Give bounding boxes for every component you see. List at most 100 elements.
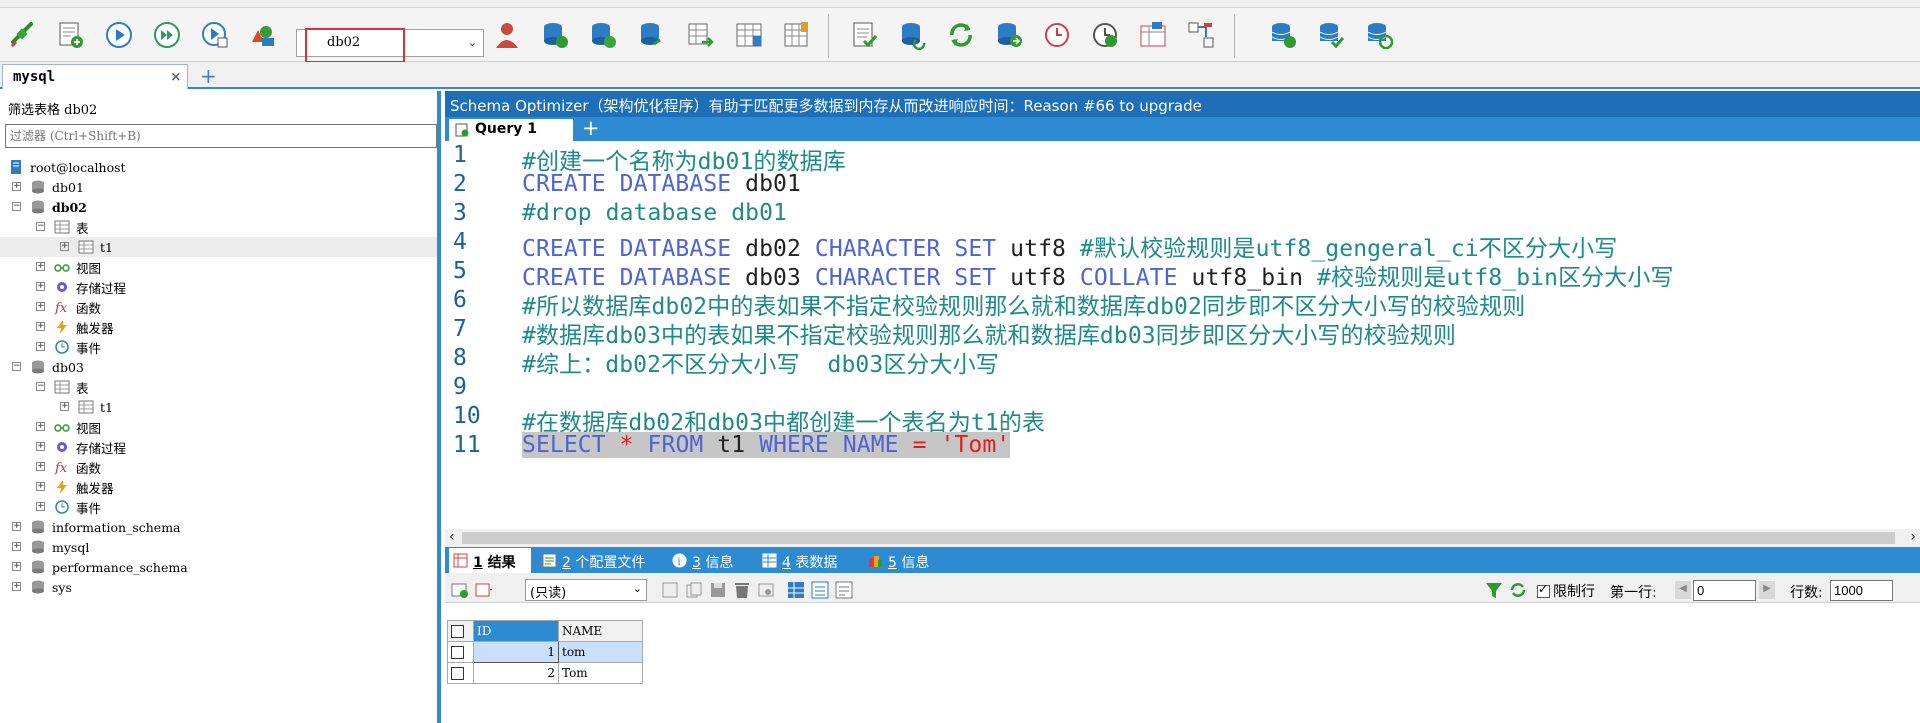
user-manager-icon[interactable] [490,18,524,52]
add-row-icon[interactable] [451,581,469,599]
scroll-thumb[interactable] [462,532,1895,544]
column-header[interactable]: NAME [558,620,643,642]
tree-item[interactable]: − 表 [0,377,437,397]
schema-designer-icon[interactable] [732,18,766,52]
grid-cell[interactable]: 1 [473,641,559,663]
tree-item[interactable]: + t1 [0,397,437,417]
tree-item[interactable]: + 触发器 [0,317,437,337]
expand-icon[interactable]: + [60,402,69,411]
create-table-icon[interactable] [538,18,572,52]
add-query-tab-button[interactable]: + [582,116,600,140]
filter-input[interactable] [5,124,437,148]
select-all-checkbox[interactable] [451,625,464,638]
delete-icon[interactable] [733,581,751,599]
code-line[interactable]: CREATE DATABASE db01 [522,171,801,197]
chevron-down-icon[interactable]: ⌄ [468,36,477,49]
tab-mysql[interactable]: mysql × [2,64,188,89]
first-row-input[interactable] [1693,580,1756,601]
grid-options-icon[interactable] [757,581,775,599]
form-view-icon[interactable] [811,581,829,599]
filter-icon[interactable] [1485,581,1503,599]
limit-rows-checkbox[interactable]: 限制行 [1537,581,1595,601]
expand-icon[interactable]: + [36,342,45,351]
tree-item[interactable]: root@localhost [0,157,437,177]
alter-table-icon[interactable] [586,18,620,52]
table-diagnostics-icon[interactable] [780,18,814,52]
tree-item[interactable]: + db01 [0,177,437,197]
scroll-left-icon[interactable]: ‹ [449,529,455,545]
schedule-icon[interactable] [1040,18,1074,52]
chevron-down-icon[interactable]: ⌄ [633,582,642,595]
upgrade-banner[interactable]: Schema Optimizer（架构优化程序）有助于匹配更多数据到内存从而改进… [445,91,1920,117]
expand-icon[interactable]: + [36,422,45,431]
row-menu-icon[interactable] [475,581,493,599]
tree-item[interactable]: + 事件 [0,337,437,357]
checkbox[interactable] [1537,582,1550,598]
result-tab-5[interactable]: 5 信息 [864,548,948,573]
expand-icon[interactable]: + [12,522,21,531]
horizontal-scrollbar[interactable]: ‹ › [445,529,1920,547]
tree-item[interactable]: + sys [0,577,437,597]
data-sync-icon[interactable] [1184,18,1218,52]
tree-item[interactable]: + performance_schema [0,557,437,577]
tree-item[interactable]: + fx 函数 [0,457,437,477]
tree-item[interactable]: − db03 [0,357,437,377]
code-line[interactable]: #综上：db02不区分大小写 db03区分大小写 [522,345,999,379]
copy-icon[interactable] [685,581,703,599]
row-checkbox[interactable] [451,667,464,680]
tree-item[interactable]: + 存储过程 [0,277,437,297]
code-line[interactable]: #drop database db01 [522,200,787,226]
sql-editor[interactable]: 1 #创建一个名称为db01的数据库 2 CREATE DATABASE db01 3 #… [445,141,1920,522]
expand-icon[interactable]: + [36,482,45,491]
grid-view-icon[interactable] [787,581,805,599]
new-database-icon[interactable] [246,18,280,52]
stack-add-icon[interactable] [1266,18,1300,52]
execute-icon[interactable] [102,18,136,52]
save-icon[interactable] [709,581,727,599]
text-view-icon[interactable] [835,581,853,599]
result-tab-3[interactable]: i3 信息 [668,548,752,573]
tree-item[interactable]: + 存储过程 [0,437,437,457]
tree-item[interactable]: + 事件 [0,497,437,517]
row-checkbox[interactable] [451,646,464,659]
tree-item[interactable]: + mysql [0,537,437,557]
expand-icon[interactable]: + [36,282,45,291]
job-icon[interactable] [1088,18,1122,52]
close-icon[interactable]: × [171,67,181,87]
column-header[interactable]: ID [473,620,559,642]
result-mode-select[interactable]: (只读) ⌄ [525,579,647,601]
tab-query-1[interactable]: Query 1 [449,119,573,141]
import-icon[interactable] [684,18,718,52]
schema-sync-icon[interactable] [1136,18,1170,52]
collapse-icon[interactable]: − [36,382,45,391]
prev-page-button[interactable]: ◀ [1675,581,1691,599]
execute-explain-icon[interactable] [198,18,232,52]
expand-icon[interactable]: + [36,502,45,511]
grid-cell[interactable]: 2 [473,662,559,684]
expand-icon[interactable]: + [36,302,45,311]
save-grid-icon[interactable] [661,581,679,599]
tree-item[interactable]: − db02 [0,197,437,217]
tree-item[interactable]: + t1 [0,237,437,257]
expand-icon[interactable]: + [60,242,69,251]
tree-item[interactable]: + 触发器 [0,477,437,497]
grid-cell[interactable]: Tom [558,662,643,684]
expand-icon[interactable]: + [36,262,45,271]
execute-all-icon[interactable] [150,18,184,52]
result-tab-4[interactable]: 4 表数据 [758,548,858,573]
tree-item[interactable]: + fx 函数 [0,297,437,317]
connect-icon[interactable] [6,18,40,52]
stack-check-icon[interactable] [1314,18,1348,52]
collapse-icon[interactable]: − [12,202,21,211]
grid-cell[interactable]: tom [558,641,643,663]
query-builder-icon[interactable] [848,18,882,52]
expand-icon[interactable]: + [12,582,21,591]
code-line[interactable]: SELECT * FROM t1 WHERE NAME = 'Tom' [522,432,1011,458]
expand-icon[interactable]: + [36,322,45,331]
restore-icon[interactable] [944,18,978,52]
expand-icon[interactable]: + [12,542,21,551]
collapse-icon[interactable]: − [12,362,21,371]
collapse-icon[interactable]: − [36,222,45,231]
new-query-icon[interactable] [54,18,88,52]
tree-item[interactable]: + 视图 [0,257,437,277]
